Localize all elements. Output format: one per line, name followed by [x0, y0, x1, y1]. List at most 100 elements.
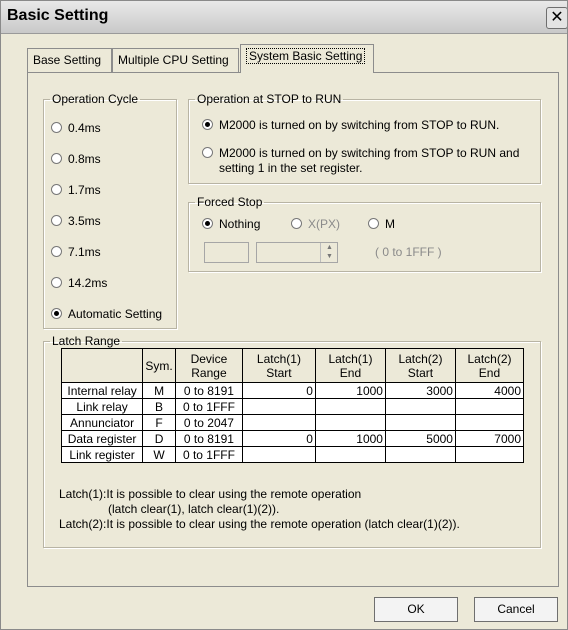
header-line: Latch(1) [328, 351, 373, 366]
latch1-note-continued: (latch clear(1), latch clear(1)(2)). [108, 502, 280, 516]
latch-range-table: Sym. Device Range Latch(1) Start Latch(1) E… [60, 348, 525, 463]
header-latch1-start: Latch(1) Start [241, 348, 316, 383]
radio-label: M2000 is turned on by switching from STO… [219, 146, 520, 175]
latch1-start-cell[interactable] [241, 446, 316, 463]
latch1-end-cell[interactable]: 1000 [314, 430, 386, 447]
radio-checked-icon [202, 119, 213, 130]
latch2-start-cell[interactable] [384, 446, 456, 463]
range-cell: 0 to 2047 [174, 414, 243, 431]
radio-checked-icon [51, 308, 62, 319]
header-latch1-end: Latch(1) End [314, 348, 386, 383]
sym-cell: M [142, 382, 176, 399]
radio-label: 1.7ms [68, 183, 101, 197]
sym-cell: B [142, 398, 176, 415]
latch2-note: Latch(2):It is possible to clear using t… [59, 517, 460, 531]
range-cell: 0 to 1FFF [174, 446, 243, 463]
radio-icon [51, 277, 62, 288]
radio-label: 14.2ms [68, 276, 108, 290]
radio-0-8ms[interactable]: 0.8ms [51, 152, 101, 166]
radio-icon [51, 122, 62, 133]
tab-base-setting[interactable]: Base Setting [27, 48, 112, 72]
table-header-row: Sym. Device Range Latch(1) Start Latch(1) E… [60, 348, 525, 383]
latch1-end-cell[interactable]: 1000 [314, 382, 386, 399]
tab-system-basic-setting[interactable]: System Basic Setting [240, 44, 374, 73]
device-name-cell: Data register [60, 430, 144, 447]
radio-label: 3.5ms [68, 214, 101, 228]
range-cell: 0 to 8191 [174, 430, 243, 447]
latch1-end-cell[interactable] [314, 414, 386, 431]
tab-label: Base Setting [33, 53, 102, 67]
header-line: Device [190, 351, 228, 366]
radio-3-5ms[interactable]: 3.5ms [51, 214, 101, 228]
table-row: Annunciator F 0 to 2047 [60, 414, 525, 431]
radio-icon [368, 218, 379, 229]
sym-cell: F [142, 414, 176, 431]
cancel-button[interactable]: Cancel [474, 597, 558, 622]
latch1-note: Latch(1):It is possible to clear using t… [59, 487, 362, 501]
latch2-start-cell[interactable]: 3000 [384, 382, 456, 399]
header-line: Start [407, 365, 434, 380]
header-device-name [60, 348, 144, 383]
header-line: End [478, 365, 501, 380]
radio-label: X(PX) [308, 217, 341, 231]
header-device-range: Device Range [174, 348, 243, 383]
latch2-end-cell[interactable] [454, 414, 525, 431]
header-line: Start [266, 365, 292, 380]
radio-icon [291, 218, 302, 229]
table-row: Link relay B 0 to 1FFF [60, 398, 525, 415]
radio-1-7ms[interactable]: 1.7ms [51, 183, 101, 197]
radio-automatic-setting[interactable]: Automatic Setting [51, 307, 162, 321]
radio-forced-stop-m[interactable]: M [368, 217, 395, 231]
latch1-start-cell[interactable] [241, 414, 316, 431]
radio-icon [51, 184, 62, 195]
latch1-start-cell[interactable]: 0 [241, 382, 316, 399]
latch1-end-cell[interactable] [314, 398, 386, 415]
forced-stop-number-stepper[interactable]: ▲ ▼ [256, 242, 338, 263]
radio-label: M2000 is turned on by switching from STO… [219, 118, 500, 132]
latch1-start-cell[interactable] [241, 398, 316, 415]
table-row: Internal relay M 0 to 8191 0 1000 3000 4… [60, 382, 525, 399]
forced-stop-device-field[interactable] [204, 242, 249, 263]
range-cell: 0 to 1FFF [174, 398, 243, 415]
sym-cell: W [142, 446, 176, 463]
radio-icon [51, 215, 62, 226]
ok-button[interactable]: OK [374, 597, 458, 622]
table-row: Link register W 0 to 1FFF [60, 446, 525, 463]
latch2-start-cell[interactable] [384, 398, 456, 415]
tab-label: Multiple CPU Setting [118, 53, 229, 67]
window-title: Basic Setting [7, 7, 109, 24]
radio-14-2ms[interactable]: 14.2ms [51, 276, 107, 290]
sym-cell: D [142, 430, 176, 447]
latch2-end-cell[interactable]: 7000 [454, 430, 525, 447]
radio-icon [202, 147, 213, 158]
radio-forced-stop-x-px[interactable]: X(PX) [291, 217, 340, 231]
latch1-end-cell[interactable] [314, 446, 386, 463]
radio-0-4ms[interactable]: 0.4ms [51, 121, 101, 135]
table-row: Data register D 0 to 8191 0 1000 5000 70… [60, 430, 525, 447]
tab-multiple-cpu-setting[interactable]: Multiple CPU Setting [112, 48, 239, 72]
radio-forced-stop-nothing[interactable]: Nothing [202, 217, 260, 231]
radio-label: 0.8ms [68, 152, 101, 166]
header-sym: Sym. [142, 348, 176, 383]
radio-stop-to-run-option-1[interactable]: M2000 is turned on by switching from STO… [202, 118, 499, 132]
radio-7-1ms[interactable]: 7.1ms [51, 245, 101, 259]
header-line: End [339, 365, 362, 380]
radio-stop-to-run-option-2[interactable]: M2000 is turned on by switching from STO… [202, 146, 535, 176]
header-line: Latch(2) [467, 351, 512, 366]
radio-label: M [385, 217, 395, 231]
latch2-end-cell[interactable] [454, 398, 525, 415]
tab-label: System Basic Setting [246, 48, 366, 64]
operation-cycle-legend: Operation Cycle [52, 92, 139, 106]
latch2-start-cell[interactable]: 5000 [384, 430, 456, 447]
radio-label: 0.4ms [68, 121, 101, 135]
latch2-end-cell[interactable] [454, 446, 525, 463]
spin-arrows-icon[interactable]: ▲ ▼ [320, 243, 338, 262]
latch2-start-cell[interactable] [384, 414, 456, 431]
header-latch2-end: Latch(2) End [454, 348, 525, 383]
latch1-start-cell[interactable]: 0 [241, 430, 316, 447]
close-icon[interactable]: ✕ [546, 7, 567, 29]
basic-setting-dialog: Basic Setting ✕ Base Setting Multiple CP… [0, 0, 568, 630]
latch2-end-cell[interactable]: 4000 [454, 382, 525, 399]
forced-stop-legend: Forced Stop [197, 195, 263, 209]
radio-icon [51, 246, 62, 257]
